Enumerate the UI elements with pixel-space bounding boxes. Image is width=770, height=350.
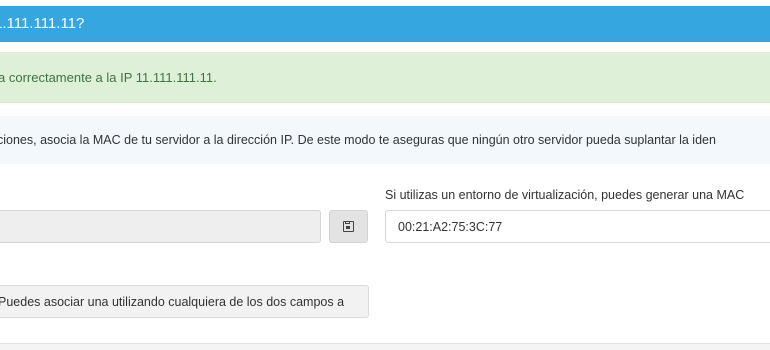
virtualization-label: Si utilizas un entorno de virtualización… xyxy=(385,188,745,202)
help-message-text: Puedes asociar una utilizando cualquiera… xyxy=(0,295,345,309)
success-alert-text: a correctamente a la IP 11.111.111.11. xyxy=(0,70,217,85)
mac-address-input[interactable] xyxy=(0,210,321,243)
success-alert: a correctamente a la IP 11.111.111.11. xyxy=(0,52,770,103)
info-alert-text: ciones, asocia la MAC de tu servidor a l… xyxy=(0,133,716,147)
generated-mac-input[interactable] xyxy=(385,210,770,243)
mac-association-panel: 1.111.111.11? a correctamente a la IP 11… xyxy=(0,0,770,350)
save-mac-button[interactable] xyxy=(329,210,368,243)
help-message: Puedes asociar una utilizando cualquiera… xyxy=(0,285,369,318)
panel-footer-edge xyxy=(0,343,770,350)
panel-title: 1.111.111.11? xyxy=(0,15,85,32)
panel-header: 1.111.111.11? xyxy=(0,6,770,42)
info-alert: ciones, asocia la MAC de tu servidor a l… xyxy=(0,116,770,164)
floppy-disk-icon xyxy=(343,221,354,232)
